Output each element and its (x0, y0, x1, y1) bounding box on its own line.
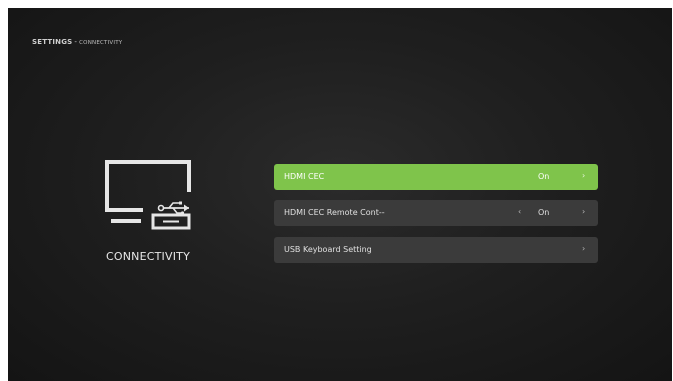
menu-item-value: On (538, 208, 550, 217)
monitor-usb-icon (105, 160, 191, 230)
breadcrumb-title: SETTINGS (32, 38, 73, 46)
chevron-right-icon[interactable]: › (582, 207, 585, 216)
chevron-left-icon[interactable]: ‹ (518, 207, 521, 216)
breadcrumb-separator: - (74, 38, 78, 46)
menu-item-usb-keyboard-setting[interactable]: USB Keyboard Setting › (274, 237, 598, 263)
menu-item-hdmi-cec[interactable]: HDMI CEC On › (274, 164, 598, 190)
chevron-right-icon[interactable]: › (582, 244, 585, 253)
breadcrumb: SETTINGS - CONNECTIVITY (32, 38, 122, 46)
chevron-right-icon[interactable]: › (582, 171, 585, 180)
menu-item-label: HDMI CEC Remote Cont-- (284, 208, 385, 217)
menu-item-hdmi-cec-remote-control[interactable]: HDMI CEC Remote Cont-- ‹ On › (274, 200, 598, 226)
menu-item-label: HDMI CEC (284, 172, 325, 181)
settings-screen: SETTINGS - CONNECTIVITY CONNECTIVITY HDMI … (8, 8, 672, 381)
breadcrumb-subtitle: CONNECTIVITY (79, 40, 123, 46)
category-label: CONNECTIVITY (106, 250, 190, 263)
menu-item-value: On (538, 172, 550, 181)
menu-item-label: USB Keyboard Setting (284, 245, 372, 254)
